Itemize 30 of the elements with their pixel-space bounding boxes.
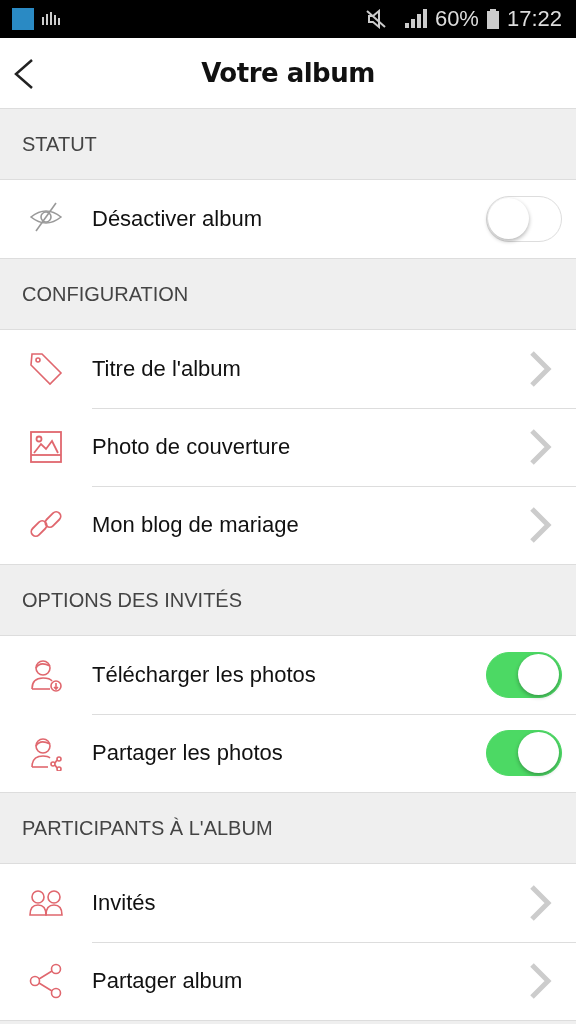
row-label[interactable]: Mon blog de mariage bbox=[92, 512, 528, 538]
toggle-switch[interactable] bbox=[486, 651, 562, 698]
image-icon bbox=[28, 429, 64, 465]
share-icon bbox=[28, 963, 64, 999]
chevron-icon bbox=[528, 961, 552, 1001]
person-download-icon bbox=[28, 657, 64, 693]
toggle-switch[interactable] bbox=[486, 196, 562, 242]
section-header: STATUT bbox=[22, 132, 97, 156]
battery-percent: 60% bbox=[434, 6, 479, 32]
app-icon bbox=[12, 8, 34, 30]
battery-icon bbox=[486, 9, 499, 29]
section-header: PARTICIPANTS À L'ALBUM bbox=[22, 816, 273, 840]
clock: 17:22 bbox=[506, 6, 562, 32]
row-label[interactable]: Partager les photos bbox=[92, 740, 486, 766]
chevron-icon bbox=[528, 348, 552, 389]
row-label[interactable]: Titre de l'album bbox=[92, 355, 528, 382]
row-label[interactable]: Partager album bbox=[92, 968, 528, 994]
row-label[interactable]: Invités bbox=[92, 889, 528, 916]
row-label[interactable]: Télécharger les photos bbox=[92, 661, 486, 688]
section-header: OPTIONS DES INVITÉS bbox=[22, 588, 243, 612]
chevron-icon bbox=[528, 505, 552, 545]
section-header: CONFIGURATION bbox=[22, 282, 189, 306]
person-share-icon bbox=[28, 735, 64, 771]
row-label[interactable]: Photo de couverture bbox=[92, 433, 528, 460]
screen-title: Votre album bbox=[201, 58, 375, 88]
chevron-icon bbox=[528, 882, 552, 923]
tag-icon bbox=[28, 351, 64, 387]
toggle-switch[interactable] bbox=[486, 730, 562, 776]
chevron-icon bbox=[528, 426, 552, 467]
equalizer-icon bbox=[42, 12, 62, 26]
